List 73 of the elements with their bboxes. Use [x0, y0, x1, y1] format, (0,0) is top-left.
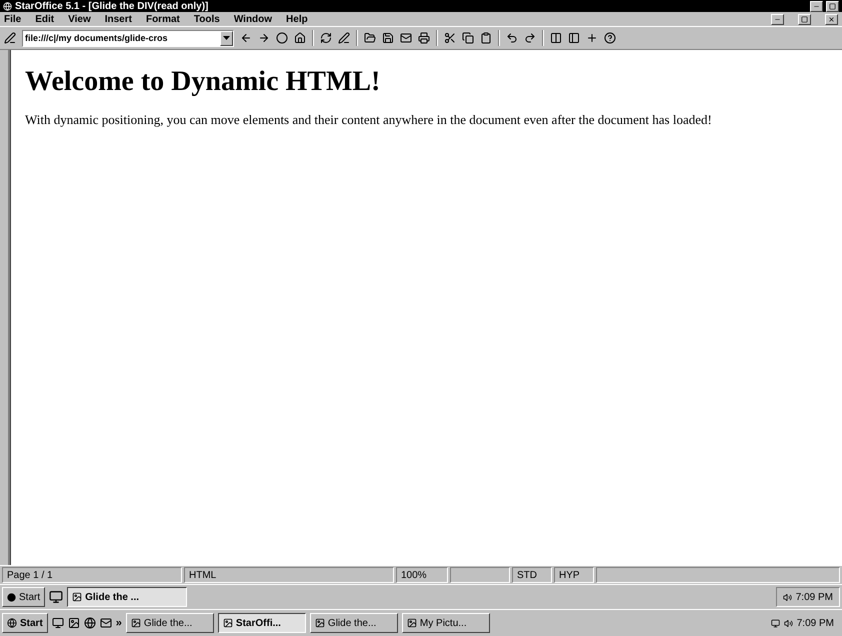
mail-icon[interactable]	[400, 32, 412, 44]
status-cell: STD	[512, 567, 552, 583]
start-icon	[7, 618, 17, 628]
save-icon[interactable]	[382, 32, 394, 44]
start-button[interactable]: Start	[2, 613, 48, 633]
desktop-icon[interactable]	[49, 590, 64, 604]
system-tray: 7:09 PM	[776, 587, 840, 607]
status-cell: 100%	[396, 567, 448, 583]
speaker-icon[interactable]	[782, 592, 792, 602]
redo-icon[interactable]	[524, 32, 536, 44]
status-cell: Page 1 / 1	[2, 567, 182, 583]
task-button[interactable]: My Pictu...	[402, 613, 490, 633]
caret-icon	[223, 36, 230, 40]
copy-icon[interactable]	[462, 32, 474, 44]
start-icon	[7, 592, 16, 602]
image-icon	[314, 618, 325, 628]
document-heading: Welcome to Dynamic HTML!	[25, 66, 382, 98]
system-tray: 7:09 PM	[764, 614, 840, 632]
task-button[interactable]: Glide the...	[310, 613, 398, 633]
panel-icon[interactable]	[568, 32, 580, 44]
menu-item[interactable]: Tools	[194, 14, 220, 24]
home-icon[interactable]	[294, 32, 306, 44]
reload-icon[interactable]	[320, 32, 332, 44]
restore-icon	[801, 16, 808, 22]
maximize-icon	[829, 2, 836, 10]
forward-icon[interactable]	[258, 32, 270, 44]
edit-icon[interactable]	[338, 32, 350, 44]
menu-item[interactable]: Window	[234, 14, 272, 24]
task-button[interactable]: Glide the...	[126, 613, 214, 633]
status-panel	[450, 567, 510, 583]
close-icon	[828, 16, 835, 22]
more-icon[interactable]: »	[116, 617, 122, 629]
start-button[interactable]: Start	[2, 587, 46, 607]
image-icon[interactable]	[68, 617, 80, 629]
menu-item[interactable]: View	[68, 14, 91, 24]
task-button[interactable]: StarOffi...	[218, 613, 306, 633]
image-icon	[406, 618, 417, 628]
minimize-button[interactable]	[810, 0, 823, 12]
maximize-button[interactable]	[826, 0, 839, 12]
dropdown-button[interactable]	[220, 30, 233, 46]
stop-icon[interactable]	[276, 32, 288, 44]
desktop-icon[interactable]	[52, 617, 64, 629]
close-button[interactable]	[825, 14, 838, 24]
menu-item[interactable]: Edit	[35, 14, 54, 24]
columns-icon[interactable]	[550, 32, 562, 44]
menu-item[interactable]: File	[4, 14, 22, 24]
window-title: StarOffice 5.1 - [Glide the DIV(read only)]	[15, 0, 210, 12]
minimize-button[interactable]	[771, 14, 784, 24]
undo-icon[interactable]	[506, 32, 518, 44]
speaker-icon[interactable]	[784, 618, 793, 628]
menu-item[interactable]: Insert	[104, 14, 132, 24]
print-icon[interactable]	[418, 32, 430, 44]
status-cell: HTML	[184, 567, 394, 583]
status-cell: HYP	[554, 567, 594, 583]
edit-icon[interactable]	[4, 32, 16, 44]
mail-icon[interactable]	[100, 617, 112, 629]
image-icon	[222, 618, 233, 628]
browser-icon[interactable]	[84, 617, 96, 629]
document-paragraph: With dynamic positioning, you can move elements and their content anywhere in the document even after the document has loaded!	[25, 112, 713, 128]
task-button[interactable]: Glide the ...	[67, 587, 188, 607]
menu-item[interactable]: Help	[286, 14, 308, 24]
image-icon	[72, 592, 82, 602]
paste-icon[interactable]	[480, 32, 492, 44]
open-icon[interactable]	[364, 32, 376, 44]
url-field[interactable]: file:///c|/my documents/glide-cros	[22, 30, 234, 46]
back-icon[interactable]	[240, 32, 252, 44]
help-icon[interactable]	[604, 32, 616, 44]
app-icon	[3, 2, 12, 10]
image-icon	[130, 618, 141, 628]
cut-icon[interactable]	[444, 32, 456, 44]
menu-item[interactable]: Format	[146, 14, 180, 24]
restore-button[interactable]	[798, 14, 811, 24]
monitor-icon[interactable]	[770, 618, 780, 628]
